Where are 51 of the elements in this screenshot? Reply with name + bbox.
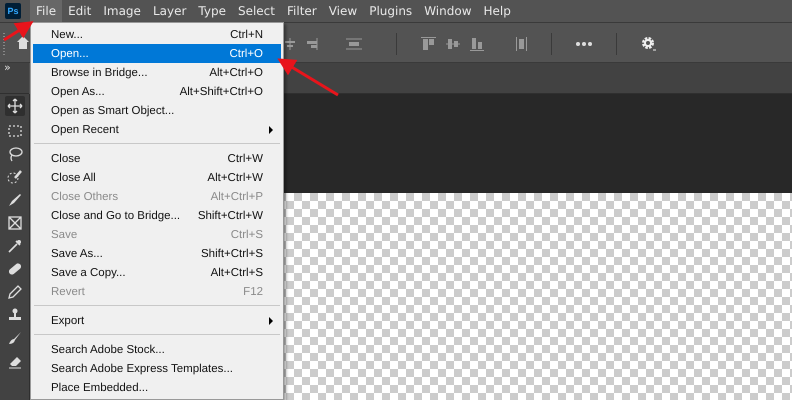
menu-item[interactable]: Search Adobe Stock... [33,340,281,359]
menu-bar-item[interactable]: Image [97,0,147,22]
menu-item[interactable]: Close All Alt+Ctrl+W [33,168,281,187]
menu-bar-item[interactable]: View [322,0,364,22]
lasso-icon[interactable] [6,146,22,162]
menu-item[interactable]: Open as Smart Object... [33,101,281,120]
align-icon[interactable] [284,38,296,50]
menu-bar-item[interactable]: Select [232,0,281,22]
stamp-icon[interactable] [6,307,22,323]
menu-bar-item[interactable]: Type [192,0,232,22]
menu-item[interactable]: Open Recent [33,120,281,139]
menu-bar-item[interactable]: File [30,0,62,22]
distribute-icon[interactable] [516,37,527,51]
quick-select-icon[interactable] [6,169,22,185]
align-icon[interactable] [421,37,436,51]
align-icon[interactable] [306,38,318,50]
menu-item[interactable]: Browse in Bridge... Alt+Ctrl+O [33,63,281,82]
menu-bar-item[interactable]: Plugins [363,0,418,22]
submenu-arrow-icon [269,126,273,134]
menu-item[interactable]: Search Adobe Express Templates... [33,359,281,378]
align-icon[interactable] [470,37,484,51]
annotation-arrow [3,21,34,42]
submenu-arrow-icon [269,316,273,324]
menu-item[interactable]: Close Ctrl+W [33,149,281,168]
menu-item[interactable]: New... Ctrl+N [33,25,281,44]
frame-icon[interactable] [6,215,22,231]
align-icon[interactable] [446,38,460,50]
settings-icon[interactable] [641,36,657,52]
move-icon[interactable] [4,96,24,116]
eyedropper-icon[interactable] [6,238,22,254]
menu-bar-item[interactable]: Layer [146,0,192,22]
more-icon[interactable] [576,42,592,46]
marquee-icon[interactable] [6,123,22,139]
menu-item[interactable]: Save As... Shift+Ctrl+S [33,244,281,263]
menu-bar-item[interactable]: Filter [281,0,323,22]
pencil-icon[interactable] [6,284,22,300]
menu-bar-item[interactable]: Window [418,0,478,22]
pen-icon[interactable] [6,192,22,208]
menu-bar-item[interactable]: Help [478,0,517,22]
menu-item[interactable]: Save a Copy... Alt+Ctrl+S [33,263,281,282]
menu-item[interactable]: Place Embedded... [33,378,281,397]
align-icon[interactable] [346,38,362,50]
app-logo[interactable]: Ps [5,3,21,19]
menu-item[interactable]: Open... Ctrl+O [33,44,281,63]
annotation-arrow [277,58,339,96]
menu-item[interactable]: Open As... Alt+Shift+Ctrl+O [33,82,281,101]
panel-toggle[interactable]: » [4,63,11,73]
menu-item[interactable]: Export [33,311,281,330]
menu-item[interactable]: Close and Go to Bridge... Shift+Ctrl+W [33,206,281,225]
home-icon[interactable] [17,35,29,49]
menu-bar-item[interactable]: Edit [62,0,98,22]
